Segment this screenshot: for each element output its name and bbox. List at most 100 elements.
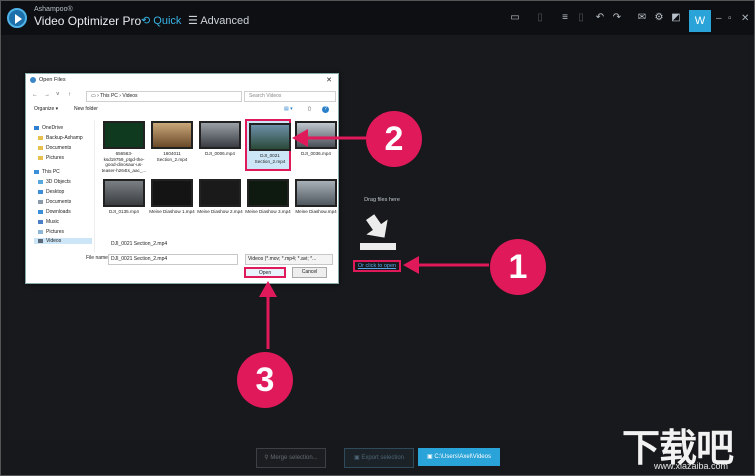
- gear-icon[interactable]: ⚙: [654, 13, 664, 23]
- cancel-button[interactable]: Cancel: [292, 267, 327, 278]
- app-title: Video Optimizer Pro: [34, 14, 142, 28]
- file-item[interactable]: Meine Diashow 1.mp4: [149, 177, 195, 229]
- step-badge-1: 1: [490, 239, 546, 295]
- brand-company: Ashampoo®: [34, 6, 73, 13]
- close-window-icon[interactable]: ✕: [741, 13, 749, 24]
- path-videos[interactable]: Videos: [122, 93, 137, 99]
- quick-icon: ⟲: [141, 15, 154, 27]
- click-to-open-link[interactable]: Or click to open: [353, 260, 401, 272]
- path-box[interactable]: ▭ › This PC › Videos: [86, 91, 242, 102]
- open-files-dialog: Open Files ✕ ← → ˅ ↑ ▭ › This PC › Video…: [25, 73, 339, 284]
- file-name: DJI_0036.mp4: [301, 151, 331, 156]
- user-button[interactable]: W: [689, 10, 711, 32]
- dialog-title-bar: Open Files ✕: [26, 74, 338, 87]
- sidebar-item-pictures[interactable]: Pictures: [38, 155, 64, 161]
- output-path-label: C:\Users\Axel\Videos: [434, 454, 491, 460]
- dialog-toolbar: Organize ▾ New folder ▤ ▾ ▯ ?: [30, 106, 334, 115]
- sidebar-item-onedrive[interactable]: OneDrive: [34, 125, 63, 131]
- download-small-icon: [38, 209, 43, 214]
- folder-icon: [38, 145, 43, 150]
- forward-icon[interactable]: →: [44, 92, 50, 98]
- view-icon[interactable]: ▤ ▾: [284, 106, 293, 112]
- path-sep-1: ›: [97, 93, 99, 99]
- top-bar: Ashampoo® Video Optimizer Pro ⟲ Quick ☰ …: [1, 1, 754, 35]
- video-icon: [38, 238, 43, 243]
- search-input[interactable]: Search Videos: [244, 91, 336, 102]
- copy-icon[interactable]: ▯: [535, 13, 545, 23]
- download-icon: [360, 214, 396, 250]
- undo-icon[interactable]: ↶: [595, 13, 605, 23]
- merge-selection-button[interactable]: ⚲ Merge selection...: [256, 448, 326, 468]
- file-name: 1604011 Section_2.mp4: [156, 151, 188, 162]
- organize-menu[interactable]: Organize ▾: [34, 106, 58, 112]
- desktop-icon: [38, 189, 43, 194]
- folder-icon: [38, 135, 43, 140]
- help-icon[interactable]: ?: [322, 106, 329, 113]
- file-item[interactable]: Meine Diashow 2.mp4: [197, 177, 243, 229]
- address-bar: ← → ˅ ↑ ▭ › This PC › Videos Search Vide…: [30, 91, 336, 102]
- file-item-selected[interactable]: DJI_0021 Section_2.mp4: [245, 119, 291, 171]
- video-thumbnail: [247, 179, 289, 207]
- arrow-to-open-button-icon: [259, 281, 277, 349]
- arrow-to-file-icon: [292, 129, 368, 147]
- open-button[interactable]: Open: [244, 267, 286, 278]
- sidebar-item-pictures-pc[interactable]: Pictures: [38, 229, 64, 235]
- dialog-close-icon[interactable]: ✕: [326, 76, 332, 84]
- file-item[interactable]: DJI_0135.mp4: [101, 177, 147, 229]
- folder-icon[interactable]: ▭: [510, 13, 520, 23]
- cloud-icon: [34, 125, 39, 130]
- cube-icon: [38, 179, 43, 184]
- back-icon[interactable]: ←: [32, 92, 38, 98]
- sidebar-item-label: Pictures: [46, 155, 65, 161]
- picture-icon: [38, 229, 43, 234]
- sidebar-item-videos[interactable]: Videos: [34, 238, 92, 244]
- tab-quick[interactable]: ⟲ Quick: [141, 14, 181, 27]
- tab-advanced[interactable]: ☰ Advanced: [188, 14, 249, 27]
- file-name: Meine Diashow 1.mp4: [149, 209, 195, 214]
- file-item[interactable]: Meine Diashow.mp4: [293, 177, 339, 229]
- sidebar-item-documents[interactable]: Documents: [38, 145, 71, 151]
- file-item[interactable]: 1604011 Section_2.mp4: [149, 119, 195, 171]
- video-thumbnail: [199, 179, 241, 207]
- sidebar-item-music[interactable]: Music: [38, 219, 59, 225]
- tab-quick-label: Quick: [153, 15, 182, 27]
- filename-input[interactable]: DJI_0021 Section_2.mp4: [108, 254, 238, 265]
- trash-icon[interactable]: ▯: [576, 13, 586, 23]
- document-icon: [38, 199, 43, 204]
- sidebar-item-desktop[interactable]: Desktop: [38, 189, 64, 195]
- file-item[interactable]: 656563-ksd19759_ptgd-the-good-dinosaur-u…: [101, 119, 147, 173]
- export-selection-button[interactable]: ▣ Export selection: [344, 448, 414, 468]
- sidebar-item-documents-pc[interactable]: Documents: [38, 199, 71, 205]
- sidebar-item-this-pc[interactable]: This PC: [34, 169, 60, 175]
- maximize-icon[interactable]: ▫: [728, 13, 732, 24]
- up-icon[interactable]: ↑: [68, 92, 71, 98]
- video-thumbnail: [103, 179, 145, 207]
- recent-icon[interactable]: ˅: [56, 92, 60, 98]
- watermark-url: www.xiazaiba.com: [654, 461, 729, 471]
- redo-icon[interactable]: ↷: [612, 13, 622, 23]
- video-thumbnail: [151, 179, 193, 207]
- new-folder-button[interactable]: New folder: [74, 106, 98, 112]
- video-thumbnail: [151, 121, 193, 149]
- sidebar-item-downloads[interactable]: Downloads: [38, 209, 71, 215]
- export-label: Export selection: [361, 455, 405, 461]
- mail-icon[interactable]: ✉: [637, 13, 647, 23]
- minimize-icon[interactable]: –: [716, 13, 722, 24]
- sidebar-item-backup[interactable]: Backup-Ashamp: [38, 135, 83, 141]
- list-icon[interactable]: ≡: [556, 13, 574, 23]
- watermark: 下载吧 www.xiazaiba.com: [620, 415, 753, 475]
- path-this-pc[interactable]: This PC: [100, 93, 118, 99]
- file-name: DJI_0006.mp4: [205, 151, 235, 156]
- sliders-icon: ☰: [188, 15, 201, 27]
- sidebar-item-3d-objects[interactable]: 3D Objects: [38, 179, 71, 185]
- file-item[interactable]: Meine Diashow 3.mp4: [245, 177, 291, 229]
- sidebar-item-label: Downloads: [46, 209, 71, 215]
- export-icon[interactable]: ◩: [671, 13, 681, 23]
- output-folder-button[interactable]: ▣ C:\Users\Axel\Videos: [418, 448, 500, 466]
- video-thumbnail: [103, 121, 145, 149]
- preview-pane-icon[interactable]: ▯: [308, 106, 311, 112]
- dialog-title: Open Files: [39, 77, 66, 83]
- video-thumbnail: [249, 123, 291, 151]
- file-item[interactable]: DJI_0006.mp4: [197, 119, 243, 171]
- filetype-select[interactable]: Videos (*.mov; *.mp4; *.avi; *...: [245, 254, 333, 265]
